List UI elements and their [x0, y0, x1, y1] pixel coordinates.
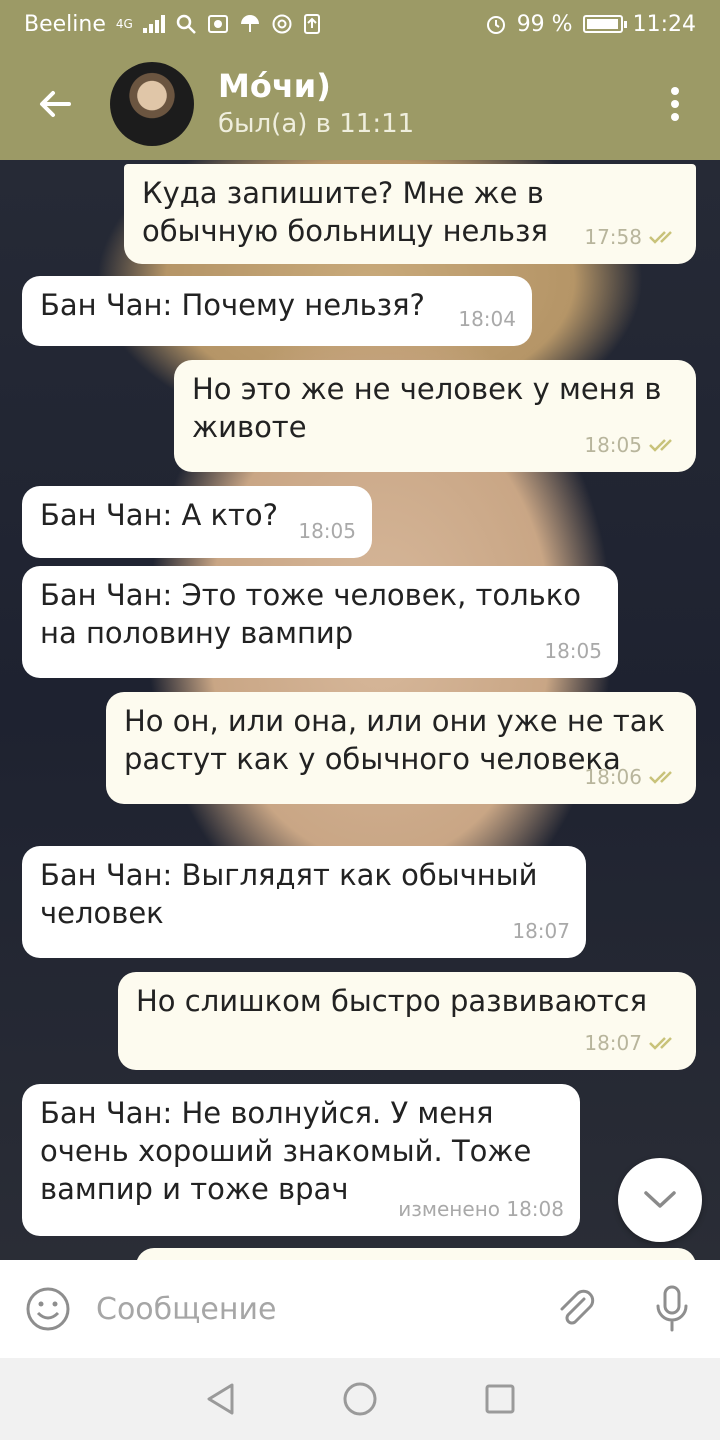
message-bubble[interactable]: Бан Чан: Выглядят как обычный человек 18… — [22, 846, 586, 958]
umbrella-status-icon — [240, 15, 259, 32]
message-bubble[interactable]: Но он, или она, или они уже не так расту… — [106, 692, 696, 804]
system-nav-bar — [0, 1358, 720, 1440]
emoji-button[interactable] — [0, 1260, 96, 1358]
alarm-icon — [486, 16, 505, 34]
message-text: Бан Чан: Это тоже человек, только на пол… — [40, 578, 582, 650]
upload-status-icon — [303, 14, 320, 34]
message-bubble-partial[interactable] — [136, 1248, 696, 1260]
search-status-icon — [176, 14, 196, 34]
message-bubble[interactable]: Куда запишите? Мне же в обычную больницу… — [124, 164, 696, 264]
message-bubble[interactable]: Бан Чан: А кто? 18:05 — [22, 486, 372, 558]
message-bubble[interactable]: Бан Чан: Это тоже человек, только на пол… — [22, 566, 618, 678]
message-bubble[interactable]: Но это же не человек у меня в животе 18:… — [174, 360, 696, 472]
voice-button[interactable] — [624, 1260, 720, 1358]
battery-icon — [582, 15, 627, 33]
nav-recents-button[interactable] — [470, 1369, 530, 1429]
attach-icon — [560, 1289, 595, 1325]
more-menu-button[interactable] — [630, 48, 720, 160]
message-time: изменено 18:08 — [398, 1197, 564, 1221]
back-button[interactable] — [0, 48, 110, 160]
carrier-label: Beeline — [24, 11, 106, 37]
message-bubble[interactable]: Но слишком быстро развиваются 18:07 — [118, 972, 696, 1070]
nav-home-icon — [343, 1382, 377, 1416]
double-check-icon — [649, 231, 672, 244]
nav-back-icon — [207, 1383, 234, 1415]
message-input[interactable] — [96, 1291, 528, 1327]
double-check-icon — [649, 1037, 672, 1050]
message-text: Бан Чан: Выглядят как обычный человек — [40, 858, 538, 930]
more-vert-icon — [671, 87, 679, 121]
message-text: Куда запишите? Мне же в обычную больницу… — [142, 176, 548, 248]
emoji-icon — [26, 1287, 70, 1331]
message-time: 17:58 — [584, 225, 642, 249]
mic-icon — [656, 1285, 688, 1332]
nav-recents-icon — [485, 1384, 515, 1414]
network-type: 4G — [115, 17, 133, 31]
avatar[interactable] — [110, 62, 194, 146]
back-arrow-icon — [40, 91, 71, 117]
message-time: 18:05 — [544, 639, 602, 663]
double-check-icon — [649, 439, 672, 452]
image-status-icon — [207, 15, 228, 33]
attach-button[interactable] — [528, 1260, 624, 1358]
clock: 11:24 — [632, 11, 696, 37]
message-bubble[interactable]: Бан Чан: Почему нельзя? 18:04 — [22, 276, 532, 346]
battery-percent: 99 % — [516, 11, 573, 37]
message-time: 18:07 — [512, 919, 570, 943]
double-check-icon — [649, 771, 672, 784]
status-bar: Beeline 4G 99 % 11:24 — [0, 0, 720, 48]
message-time: 18:06 — [584, 765, 642, 789]
message-time: 18:04 — [458, 307, 516, 331]
signal-icon — [142, 15, 165, 33]
message-text: Но слишком быстро развиваются — [136, 984, 648, 1018]
nav-back-button[interactable] — [190, 1369, 250, 1429]
message-text: Бан Чан: Почему нельзя? — [40, 288, 425, 322]
nav-home-button[interactable] — [330, 1369, 390, 1429]
chevron-down-icon — [644, 1191, 676, 1208]
message-time: 18:05 — [298, 519, 356, 543]
message-time: 18:07 — [584, 1031, 642, 1055]
last-seen: был(а) в 11:11 — [218, 109, 415, 139]
message-bubble[interactable]: Бан Чан: Не волнуйся. У меня очень хорош… — [22, 1084, 580, 1236]
message-time: 18:05 — [584, 433, 642, 457]
chat-header: Мо́чи) был(а) в 11:11 — [0, 48, 720, 160]
message-input-bar — [0, 1260, 720, 1358]
chat-title: Мо́чи) — [218, 67, 331, 105]
at-status-icon — [272, 14, 292, 34]
chat-area[interactable]: Куда запишите? Мне же в обычную больницу… — [0, 160, 720, 1260]
chat-title-block[interactable]: Мо́чи) был(а) в 11:11 — [218, 66, 630, 142]
scroll-down-button[interactable] — [618, 1158, 702, 1242]
